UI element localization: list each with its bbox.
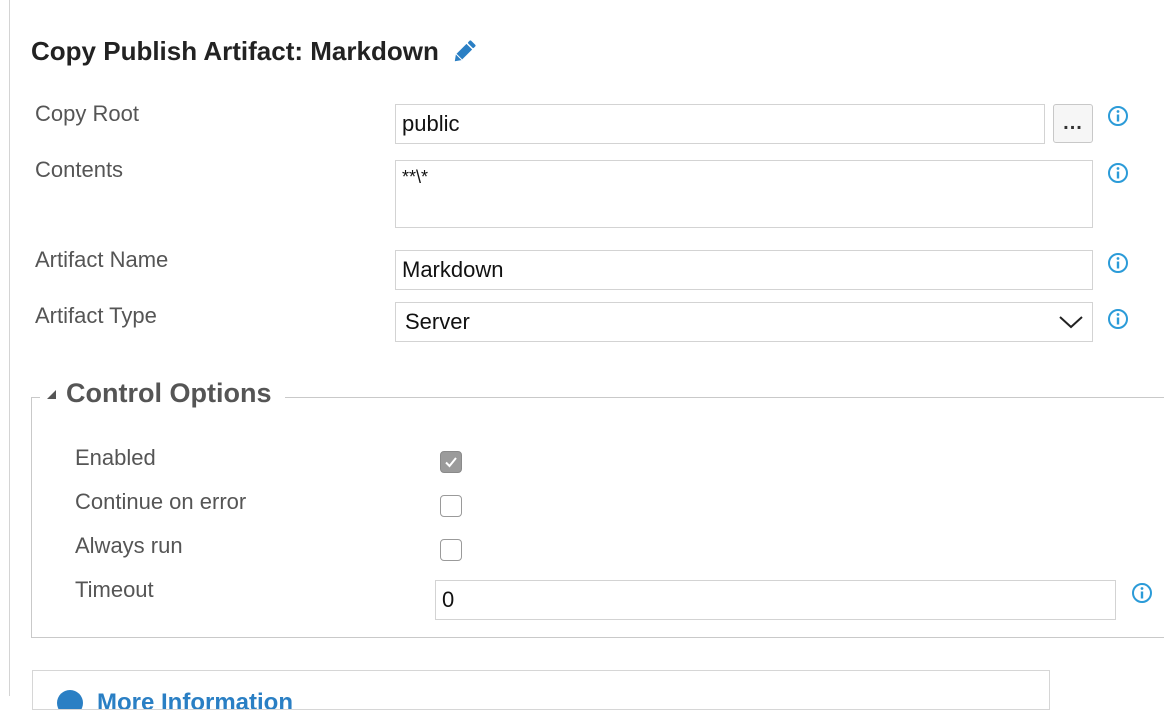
artifact-name-label: Artifact Name bbox=[35, 247, 169, 272]
artifact-type-select[interactable]: Server bbox=[395, 302, 1093, 342]
contents-value: **\* bbox=[402, 167, 429, 187]
copy-root-input[interactable]: public bbox=[395, 104, 1045, 144]
left-border bbox=[9, 0, 10, 696]
control-options-heading: Control Options bbox=[66, 378, 272, 408]
task-title-text: Copy Publish Artifact: Markdown bbox=[31, 36, 439, 66]
info-circle-icon bbox=[57, 690, 83, 709]
more-information-link[interactable]: More Information bbox=[97, 689, 293, 709]
always-run-checkbox[interactable] bbox=[440, 539, 462, 561]
contents-label: Contents bbox=[35, 157, 124, 182]
artifact-type-info-icon[interactable] bbox=[1107, 308, 1129, 330]
timeout-input[interactable]: 0 bbox=[435, 580, 1116, 620]
artifact-type-value: Server bbox=[405, 309, 470, 334]
browse-button[interactable]: ... bbox=[1053, 104, 1093, 143]
copy-root-label: Copy Root bbox=[35, 101, 139, 126]
copy-root-info-icon[interactable] bbox=[1107, 105, 1129, 127]
timeout-value: 0 bbox=[442, 587, 455, 612]
enabled-checkbox[interactable] bbox=[440, 451, 462, 473]
continue-on-error-checkbox[interactable] bbox=[440, 495, 462, 517]
artifact-type-label: Artifact Type bbox=[35, 303, 157, 328]
pencil-icon[interactable] bbox=[450, 38, 478, 66]
artifact-name-input[interactable]: Markdown bbox=[395, 250, 1093, 290]
task-title: Copy Publish Artifact: Markdown bbox=[31, 36, 478, 67]
timeout-info-icon[interactable] bbox=[1131, 582, 1153, 604]
copy-root-value: public bbox=[402, 111, 460, 136]
artifact-name-info-icon[interactable] bbox=[1107, 252, 1129, 274]
enabled-label: Enabled bbox=[75, 445, 156, 470]
collapse-triangle-icon[interactable] bbox=[44, 387, 58, 401]
more-information-panel: More Information bbox=[32, 670, 1050, 710]
checkmark-icon bbox=[445, 457, 457, 468]
contents-textarea[interactable]: **\* bbox=[395, 160, 1093, 228]
always-run-label: Always run bbox=[75, 533, 183, 558]
contents-info-icon[interactable] bbox=[1107, 162, 1129, 184]
chevron-down-icon bbox=[1059, 316, 1083, 329]
control-options-header[interactable]: Control Options bbox=[40, 378, 286, 409]
artifact-name-value: Markdown bbox=[402, 257, 504, 282]
continue-on-error-label: Continue on error bbox=[75, 489, 247, 514]
timeout-label: Timeout bbox=[75, 577, 154, 602]
